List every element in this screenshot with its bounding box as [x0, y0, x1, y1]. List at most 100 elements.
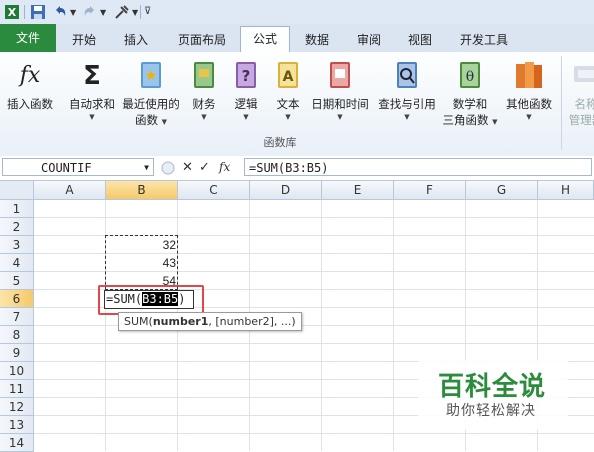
lookup-reference-button[interactable]: 查找与引用 ▼ [376, 58, 438, 122]
svg-text:θ: θ [466, 69, 474, 85]
column-header-d[interactable]: D [250, 181, 322, 200]
tab-developer[interactable]: 开发工具 [452, 30, 516, 50]
svg-text:X: X [8, 6, 17, 19]
function-tooltip[interactable]: SUM(number1, [number2], ...) [118, 312, 302, 331]
undo-icon[interactable] [52, 4, 68, 20]
lookup-dropdown-icon: ▼ [404, 113, 410, 121]
more-functions-button[interactable]: 其他函数 ▼ [502, 58, 556, 122]
tab-page-layout[interactable]: 页面布局 [170, 30, 234, 50]
row-header-5[interactable]: 5 [0, 272, 34, 290]
save-icon[interactable] [30, 4, 46, 20]
insert-function-button[interactable]: fx 插入函数 [4, 58, 56, 112]
customize-qat-icon[interactable]: ⊽ [144, 6, 151, 17]
text-book-icon: A [278, 62, 298, 88]
row-header-14[interactable]: 14 [0, 434, 34, 452]
row-header-4[interactable]: 4 [0, 254, 34, 272]
text-dropdown-icon: ▼ [285, 113, 291, 121]
row-header-13[interactable]: 13 [0, 416, 34, 434]
row-header-3[interactable]: 3 [0, 236, 34, 254]
tab-home[interactable]: 开始 [64, 30, 104, 50]
watermark-subtitle: 助你轻松解决 [446, 403, 536, 419]
undo-dropdown-icon[interactable]: ▼ [70, 8, 76, 17]
gridline [34, 217, 594, 218]
ribbon-tab-bar: 文件 开始 插入 页面布局 公式 数据 审阅 视图 开发工具 [0, 24, 594, 53]
row-header-1[interactable]: 1 [0, 200, 34, 218]
row-header-2[interactable]: 2 [0, 218, 34, 236]
logical-button[interactable]: ? 逻辑 ▼ [230, 58, 262, 122]
name-box[interactable]: COUNTIF ▼ [2, 158, 154, 176]
recent-dropdown-icon: ▼ [161, 118, 168, 126]
financial-book-icon [194, 62, 214, 88]
column-header-h[interactable]: H [538, 181, 594, 200]
quick-access-toolbar: X ▼ ▼ ▼ ⊽ [0, 0, 594, 25]
tab-data[interactable]: 数据 [297, 30, 337, 50]
financial-button[interactable]: 财务 ▼ [186, 58, 222, 122]
svg-text:Σ: Σ [83, 61, 101, 90]
svg-text:?: ? [242, 67, 251, 85]
formula-input[interactable]: =SUM(B3:B5) [244, 158, 592, 176]
formula-bar: COUNTIF ▼ ✕ ✓ fx =SUM(B3:B5) [0, 156, 594, 181]
name-box-dropdown-icon[interactable]: ▼ [144, 159, 149, 177]
row-header-10[interactable]: 10 [0, 362, 34, 380]
recently-used-button[interactable]: ★ 最近使用的 函数 ▼ [120, 58, 182, 128]
row-header-11[interactable]: 11 [0, 380, 34, 398]
magnifier-book-icon [397, 62, 417, 88]
question-book-icon: ? [236, 62, 256, 88]
column-header-e[interactable]: E [322, 181, 394, 200]
svg-text:A: A [283, 69, 294, 85]
formula-bar-grip-icon[interactable] [160, 160, 176, 176]
tab-view[interactable]: 视图 [400, 30, 440, 50]
more-functions-dropdown-icon: ▼ [526, 113, 532, 121]
tab-review[interactable]: 审阅 [349, 30, 389, 50]
tools-icon[interactable] [114, 4, 130, 20]
text-functions-button[interactable]: A 文本 ▼ [272, 58, 304, 122]
column-header-f[interactable]: F [394, 181, 466, 200]
sigma-icon: Σ [83, 61, 101, 91]
range-marquee [105, 235, 178, 290]
fx-icon: fx [18, 63, 41, 88]
autosum-button[interactable]: Σ 自动求和 ▼ [66, 58, 118, 122]
tab-file[interactable]: 文件 [0, 24, 56, 52]
row-header-12[interactable]: 12 [0, 398, 34, 416]
math-dropdown-icon: ▼ [492, 118, 498, 126]
select-all-corner[interactable] [0, 181, 34, 200]
math-trig-button[interactable]: θ 数学和 三角函数 ▼ [442, 58, 498, 128]
row-header-8[interactable]: 8 [0, 326, 34, 344]
svg-text:★: ★ [145, 68, 158, 84]
name-tag-icon [574, 66, 594, 82]
row-header-9[interactable]: 9 [0, 344, 34, 362]
redo-dropdown-icon[interactable]: ▼ [100, 8, 106, 17]
column-header-g[interactable]: G [466, 181, 538, 200]
excel-logo-icon: X [5, 5, 19, 19]
insert-function-fx-icon[interactable]: fx [219, 160, 230, 174]
row-header-6[interactable]: 6 [0, 290, 34, 308]
tooltip-arg-number1[interactable]: number1 [153, 315, 209, 328]
watermark: 百科全说 助你轻松解决 [418, 360, 568, 430]
column-header-b[interactable]: B [106, 181, 178, 200]
name-manager-button[interactable]: 名称 管理器 [566, 58, 594, 128]
financial-dropdown-icon: ▼ [201, 113, 207, 121]
cancel-icon[interactable]: ✕ [182, 160, 193, 175]
ribbon-formulas: fx 插入函数 Σ 自动求和 ▼ ★ 最近使用的 函数 ▼ 财务 ▼ ? 逻辑 … [0, 52, 594, 157]
highlight-box [98, 285, 204, 315]
tab-formulas[interactable]: 公式 [240, 26, 290, 53]
datetime-dropdown-icon: ▼ [337, 113, 343, 121]
group-separator [561, 56, 562, 150]
logical-dropdown-icon: ▼ [243, 113, 249, 121]
svg-text:fx: fx [18, 63, 41, 88]
theta-book-icon: θ [460, 62, 480, 88]
tools-dropdown-icon[interactable]: ▼ [132, 8, 138, 17]
column-header-c[interactable]: C [178, 181, 250, 200]
autosum-dropdown-icon: ▼ [89, 113, 95, 121]
redo-icon[interactable] [82, 4, 98, 20]
books-icon [516, 62, 542, 88]
gridline [34, 343, 594, 344]
datetime-button[interactable]: 日期和时间 ▼ [308, 58, 372, 122]
star-book-icon: ★ [141, 62, 161, 88]
gridline [34, 433, 594, 434]
enter-check-icon[interactable]: ✓ [199, 160, 210, 175]
column-header-a[interactable]: A [34, 181, 106, 200]
group-label-function-library: 函数库 [263, 136, 297, 149]
tab-insert[interactable]: 插入 [116, 30, 156, 50]
row-header-7[interactable]: 7 [0, 308, 34, 326]
